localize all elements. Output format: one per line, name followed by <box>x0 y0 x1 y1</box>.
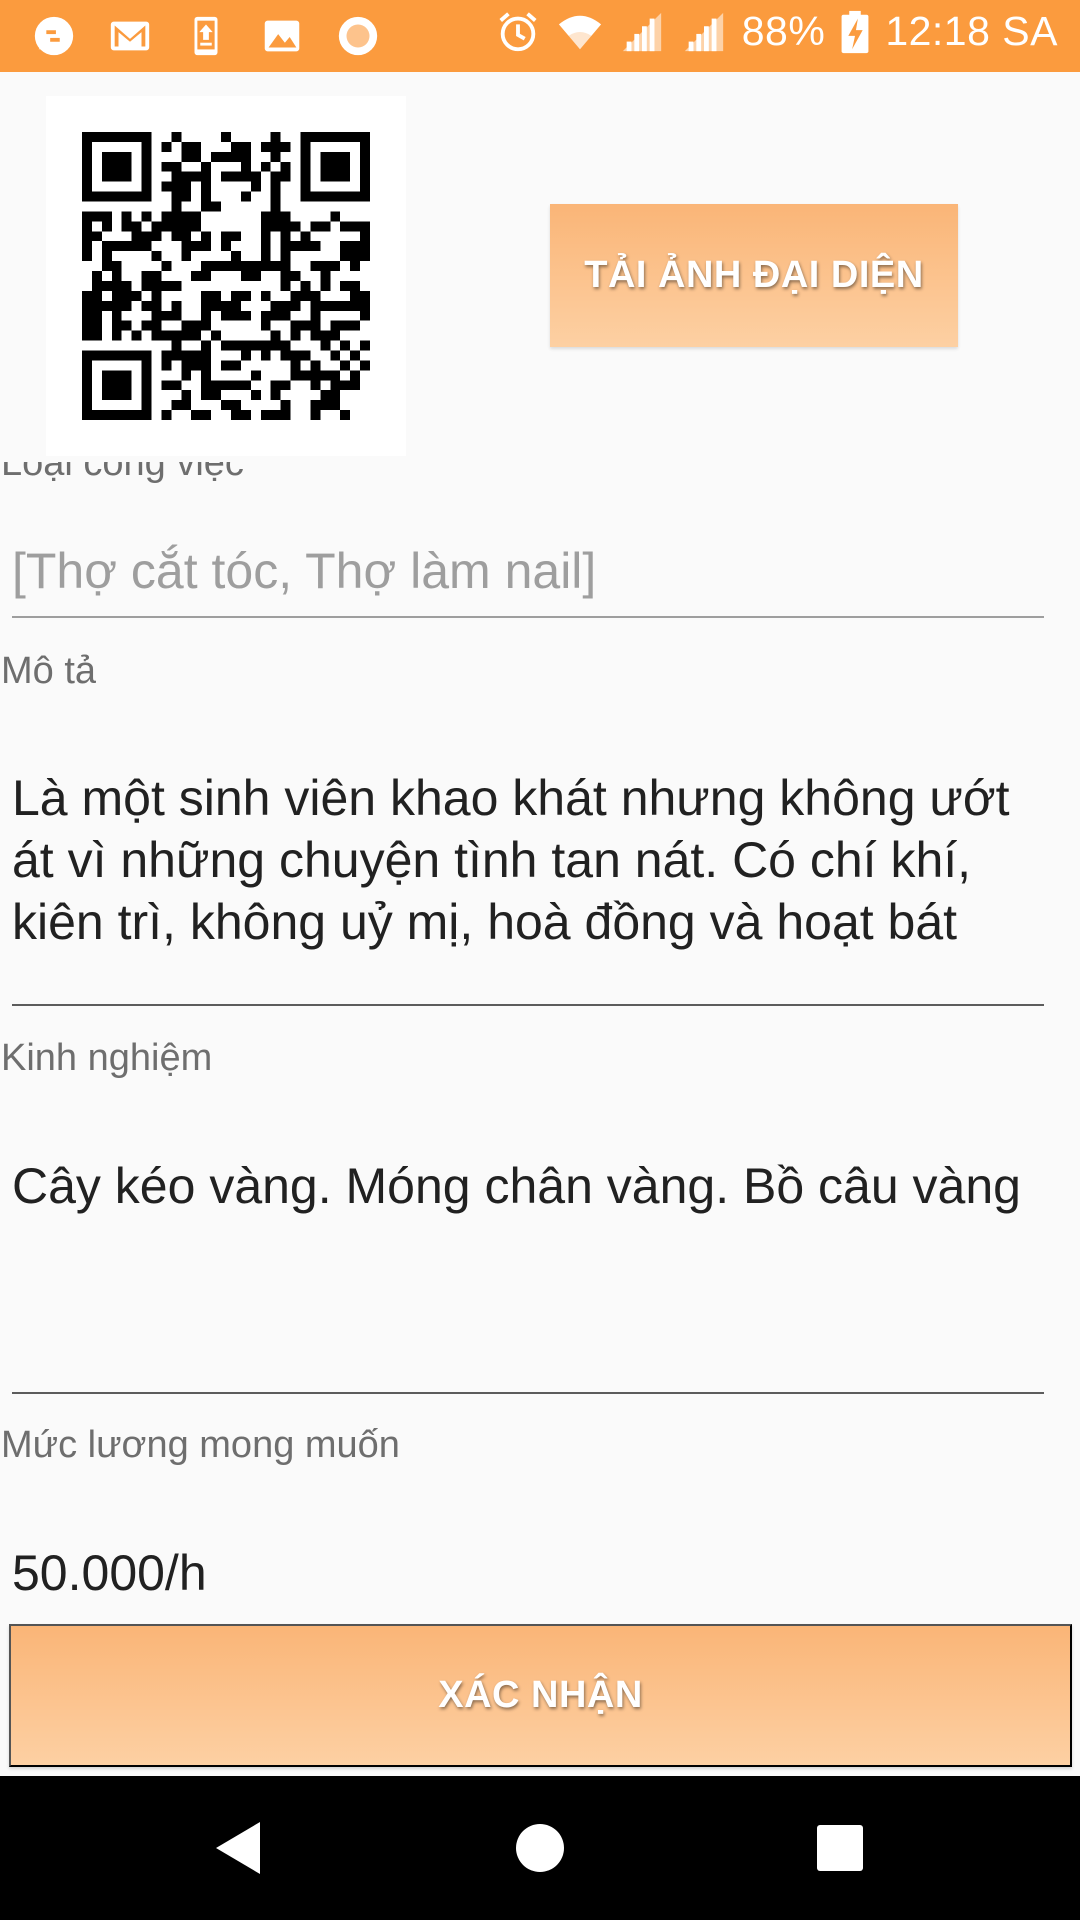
upload-avatar-label: TẢI ẢNH ĐẠI DIỆN <box>584 254 924 296</box>
clock: 12:18 SA <box>885 8 1058 54</box>
wifi-icon <box>558 15 601 49</box>
salary-value: 50.000/h <box>12 1545 207 1601</box>
salary-field[interactable]: 50.000/h <box>12 1542 1044 1622</box>
job-type-label: Loại công việc <box>1 462 244 484</box>
job-type-field[interactable]: [Thợ cắt tóc, Thợ làm nail] <box>12 540 1044 618</box>
signal-icon <box>684 12 723 51</box>
alarm-icon <box>499 11 537 51</box>
status-bar: 88% 12:18 SA <box>0 0 1080 72</box>
home-button[interactable] <box>470 1776 610 1920</box>
upload-icon <box>194 16 218 56</box>
record-icon <box>338 16 378 56</box>
description-field[interactable]: Là một sinh viên khao khát nhưng không ư… <box>12 767 1044 1006</box>
battery-percent: 88% <box>741 8 826 54</box>
recents-button[interactable] <box>770 1776 910 1920</box>
confirm-button[interactable]: XÁC NHẬN <box>9 1624 1072 1767</box>
description-value: Là một sinh viên khao khát nhưng không ư… <box>12 770 1010 950</box>
upload-avatar-button[interactable]: TẢI ẢNH ĐẠI DIỆN <box>550 204 958 347</box>
battery-charging-icon <box>841 10 869 53</box>
salary-label: Mức lương mong muốn <box>1 1424 400 1466</box>
navigation-bar <box>0 1776 1080 1920</box>
gmail-icon <box>110 21 150 51</box>
back-button[interactable] <box>170 1776 310 1920</box>
recents-icon <box>817 1825 863 1871</box>
chat-bubble-icon <box>34 16 74 56</box>
home-icon <box>516 1824 564 1872</box>
job-type-placeholder: [Thợ cắt tóc, Thợ làm nail] <box>12 543 597 599</box>
experience-label: Kinh nghiệm <box>1 1037 213 1079</box>
description-label: Mô tả <box>1 650 97 692</box>
avatar <box>46 96 406 456</box>
confirm-label: XÁC NHẬN <box>438 1674 643 1716</box>
experience-field[interactable]: Cây kéo vàng. Móng chân vàng. Bồ câu vàn… <box>12 1155 1044 1394</box>
back-icon <box>216 1822 260 1874</box>
image-icon <box>264 20 300 52</box>
signal-icon <box>622 12 661 51</box>
experience-value: Cây kéo vàng. Móng chân vàng. Bồ câu vàn… <box>12 1158 1021 1214</box>
qr-code-image <box>82 132 370 420</box>
